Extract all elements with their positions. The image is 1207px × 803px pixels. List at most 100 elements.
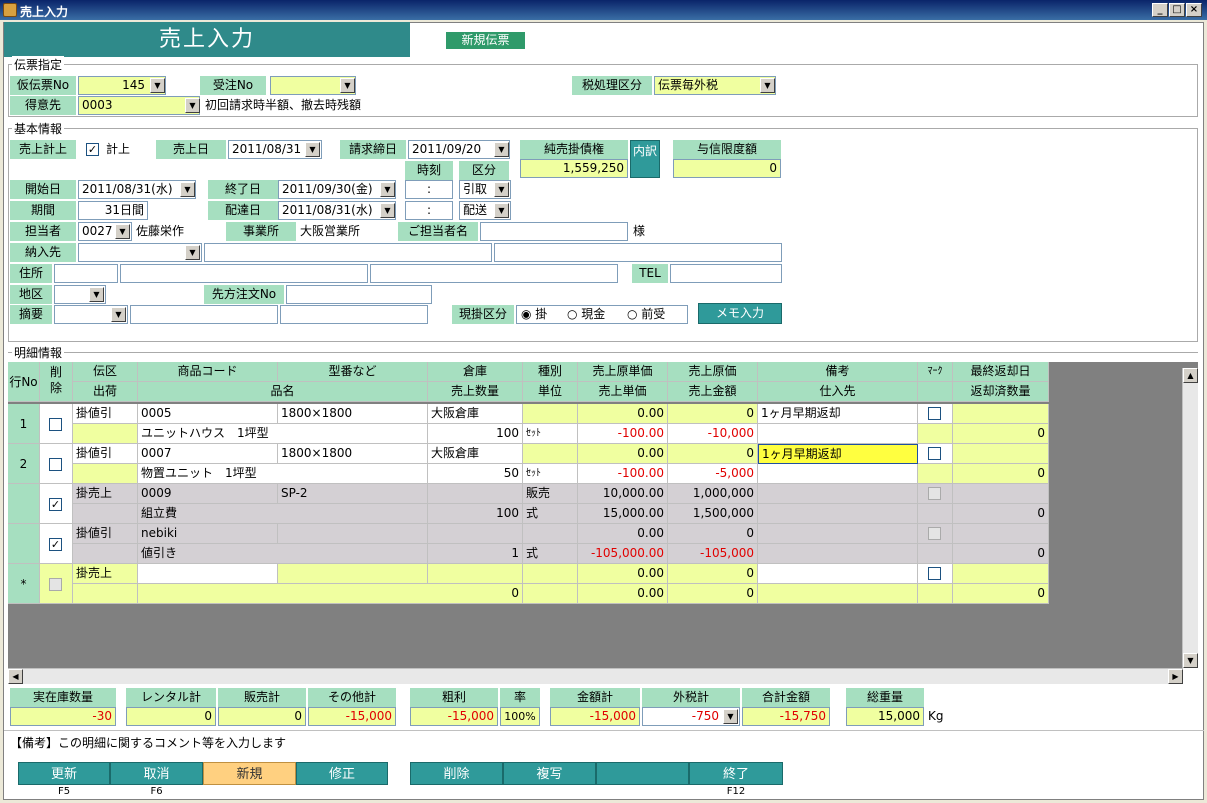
- order-no-dropdown-icon[interactable]: ▼: [340, 78, 355, 93]
- row-new-delete-checkbox[interactable]: [49, 578, 62, 591]
- start-date-dropdown-icon[interactable]: ▼: [180, 182, 195, 197]
- row-new-cost[interactable]: 0: [668, 564, 758, 584]
- row-1-supplier[interactable]: [758, 424, 918, 444]
- row-3-type[interactable]: 掛売上: [73, 484, 138, 504]
- sales-date-dropdown-icon[interactable]: ▼: [305, 142, 320, 157]
- fkey-copy-button[interactable]: 複写: [503, 762, 596, 785]
- row-3-unit[interactable]: 式: [523, 504, 578, 524]
- customer-dropdown-icon[interactable]: ▼: [185, 98, 200, 113]
- row-1-model[interactable]: 1800×1800: [278, 404, 428, 424]
- row-4-name[interactable]: 値引き: [138, 544, 428, 564]
- row-2-amount[interactable]: -5,000: [668, 464, 758, 484]
- billing-close-dropdown-icon[interactable]: ▼: [494, 142, 509, 157]
- customer-code-input[interactable]: 0003: [78, 96, 200, 115]
- row-1-unit-cost[interactable]: 0.00: [578, 404, 668, 424]
- row-4-type[interactable]: 掛値引: [73, 524, 138, 544]
- row-3-code[interactable]: 0009: [138, 484, 278, 504]
- row-2-supplier[interactable]: [758, 464, 918, 484]
- row-1-cost[interactable]: 0: [668, 404, 758, 424]
- row-2-last-return[interactable]: [953, 444, 1049, 464]
- row-3-name[interactable]: 組立費: [138, 504, 428, 524]
- contact-input[interactable]: [480, 222, 628, 241]
- row-2-warehouse[interactable]: 大阪倉庫: [428, 444, 523, 464]
- customer-order-input[interactable]: [286, 285, 432, 304]
- row-1-note[interactable]: 1ヶ月早期返却: [758, 404, 918, 424]
- row-3-qty[interactable]: 100: [428, 504, 523, 524]
- row-new-supplier[interactable]: [758, 584, 918, 604]
- row-3-amount[interactable]: 1,500,000: [668, 504, 758, 524]
- fkey-edit-button[interactable]: 修正: [296, 762, 388, 785]
- tax-select[interactable]: 伝票毎外税: [654, 76, 776, 95]
- tax-total-dropdown-icon[interactable]: ▼: [723, 709, 738, 724]
- kubun-1-dropdown-icon[interactable]: ▼: [494, 182, 509, 197]
- close-button[interactable]: ×: [1186, 3, 1202, 17]
- row-2-cost[interactable]: 0: [668, 444, 758, 464]
- row-2-qty[interactable]: 50: [428, 464, 523, 484]
- row-3-returned[interactable]: 0: [953, 504, 1049, 524]
- time-input-1[interactable]: :: [405, 180, 453, 199]
- memo-button[interactable]: メモ入力: [698, 303, 782, 324]
- payment-radio-credit[interactable]: ◉ 掛: [521, 306, 547, 323]
- fkey-delete-button[interactable]: 削除: [410, 762, 503, 785]
- row-new-last-return[interactable]: [953, 564, 1049, 584]
- address-2-input[interactable]: [370, 264, 618, 283]
- row-4-warehouse[interactable]: [428, 524, 523, 544]
- row-4-last-return[interactable]: [953, 524, 1049, 544]
- ship-to-code-input[interactable]: [78, 243, 202, 262]
- row-4-unit[interactable]: 式: [523, 544, 578, 564]
- row-2-model[interactable]: 1800×1800: [278, 444, 428, 464]
- fkey-blank-button[interactable]: [596, 762, 689, 785]
- zip-input[interactable]: [54, 264, 118, 283]
- row-3-delete-checkbox[interactable]: ✓: [49, 498, 62, 511]
- row-3-supplier[interactable]: [758, 504, 918, 524]
- row-3-model[interactable]: SP-2: [278, 484, 428, 504]
- row-new-price[interactable]: 0.00: [578, 584, 668, 604]
- row-1-warehouse[interactable]: 大阪倉庫: [428, 404, 523, 424]
- row-1-last-return[interactable]: [953, 404, 1049, 424]
- address-1-input[interactable]: [120, 264, 368, 283]
- row-2-kind[interactable]: [523, 444, 578, 464]
- start-date-input[interactable]: 2011/08/31(水): [78, 180, 196, 199]
- row-4-delete-checkbox[interactable]: ✓: [49, 538, 62, 551]
- row-4-note[interactable]: [758, 524, 918, 544]
- summary-input-2[interactable]: [280, 305, 428, 324]
- row-4-kind[interactable]: [523, 524, 578, 544]
- tax-dropdown-icon[interactable]: ▼: [760, 78, 775, 93]
- row-2-note-active[interactable]: 1ヶ月早期返却: [758, 444, 918, 464]
- summary-input-1[interactable]: [130, 305, 278, 324]
- row-2-code[interactable]: 0007: [138, 444, 278, 464]
- row-4-qty[interactable]: 1: [428, 544, 523, 564]
- row-2-shipment[interactable]: [73, 464, 138, 484]
- row-4-unit-cost[interactable]: 0.00: [578, 524, 668, 544]
- end-date-dropdown-icon[interactable]: ▼: [380, 182, 395, 197]
- row-2-type[interactable]: 掛値引: [73, 444, 138, 464]
- ship-to-name2-input[interactable]: [494, 243, 782, 262]
- row-3-warehouse[interactable]: [428, 484, 523, 504]
- kubun-2-dropdown-icon[interactable]: ▼: [494, 203, 509, 218]
- row-1-unit[interactable]: ｾｯﾄ: [523, 424, 578, 444]
- time-input-2[interactable]: :: [405, 201, 453, 220]
- scroll-up-icon[interactable]: ▲: [1183, 368, 1198, 383]
- row-4-supplier[interactable]: [758, 544, 918, 564]
- horizontal-scrollbar[interactable]: ◀ ▶: [8, 668, 1183, 684]
- area-dropdown-icon[interactable]: ▼: [89, 287, 104, 302]
- scroll-down-icon[interactable]: ▼: [1183, 653, 1198, 668]
- breakdown-button[interactable]: 内訳: [630, 140, 660, 178]
- end-date-input[interactable]: 2011/09/30(金): [278, 180, 396, 199]
- row-1-type[interactable]: 掛値引: [73, 404, 138, 424]
- fkey-cancel-button[interactable]: 取消: [110, 762, 203, 785]
- vertical-scrollbar[interactable]: ▲ ▼: [1182, 368, 1198, 668]
- row-new-note[interactable]: [758, 564, 918, 584]
- row-1-kind[interactable]: [523, 404, 578, 424]
- row-new-kind[interactable]: [523, 564, 578, 584]
- row-1-price[interactable]: -100.00: [578, 424, 668, 444]
- row-4-amount[interactable]: -105,000: [668, 544, 758, 564]
- delivery-date-input[interactable]: 2011/08/31(水): [278, 201, 396, 220]
- row-new-unit-cost[interactable]: 0.00: [578, 564, 668, 584]
- row-new-amount[interactable]: 0: [668, 584, 758, 604]
- row-3-last-return[interactable]: [953, 484, 1049, 504]
- payment-radio-cash[interactable]: ○ 現金: [567, 306, 605, 323]
- fkey-update-button[interactable]: 更新: [18, 762, 110, 785]
- row-new-shipment[interactable]: [73, 584, 138, 604]
- ship-to-dropdown-icon[interactable]: ▼: [185, 245, 200, 260]
